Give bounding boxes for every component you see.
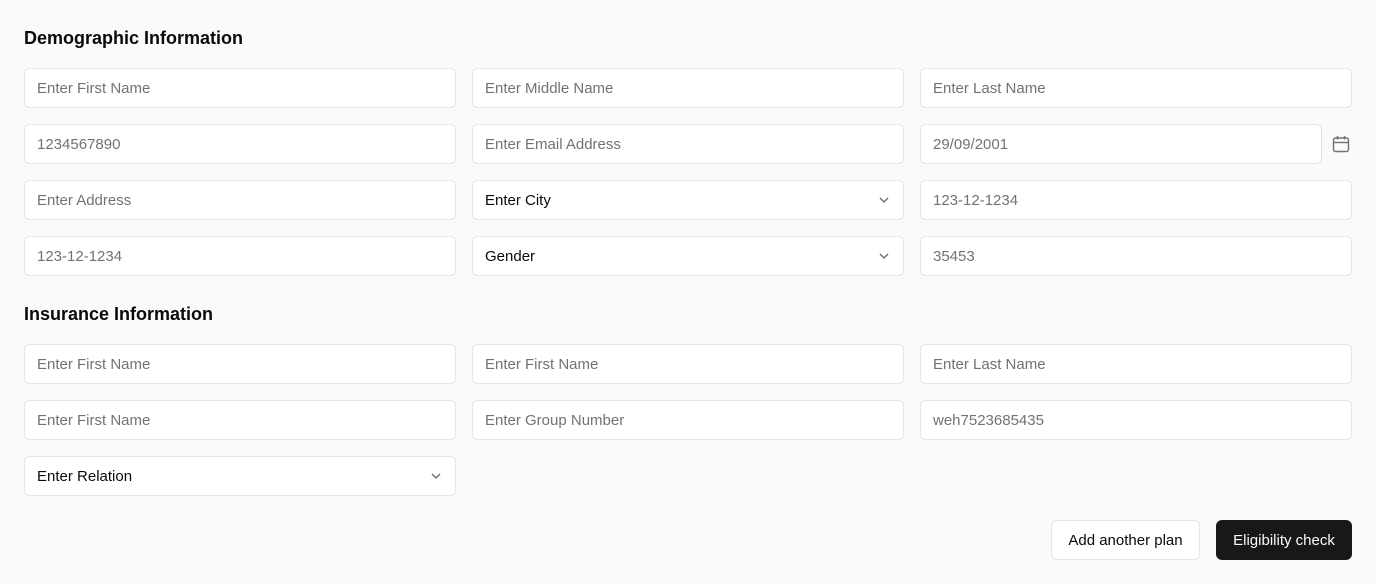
first-name-field: [24, 68, 456, 108]
member-id-field: [920, 400, 1352, 440]
gender-select[interactable]: Gender: [472, 236, 904, 276]
chevron-down-icon: [877, 249, 891, 263]
group-number-input[interactable]: [485, 411, 891, 429]
insurance-third-first-name-field: [24, 400, 456, 440]
zip-input[interactable]: [933, 247, 1339, 265]
address-input[interactable]: [37, 191, 443, 209]
insurance-second-first-name-field: [472, 344, 904, 384]
city-select-value: Enter City: [485, 191, 551, 209]
insurance-last-name-input[interactable]: [933, 355, 1339, 373]
member-id-input[interactable]: [933, 411, 1339, 429]
email-input[interactable]: [485, 135, 891, 153]
insurance-first-name-input[interactable]: [37, 355, 443, 373]
ssn-secondary-input[interactable]: [37, 247, 443, 265]
last-name-input[interactable]: [933, 79, 1339, 97]
dob-input[interactable]: [933, 135, 1309, 153]
insurance-third-first-name-input[interactable]: [37, 411, 443, 429]
ssn-field: [920, 180, 1352, 220]
insurance-section-title: Insurance Information: [24, 304, 214, 324]
zip-field: [920, 236, 1352, 276]
eligibility-check-button[interactable]: Eligibility check: [1216, 520, 1352, 560]
address-field: [24, 180, 456, 220]
last-name-field: [920, 68, 1352, 108]
city-select[interactable]: Enter City: [472, 180, 904, 220]
ssn-input[interactable]: [933, 191, 1339, 209]
insurance-second-first-name-input[interactable]: [485, 355, 891, 373]
middle-name-field: [472, 68, 904, 108]
demographic-section-title: Demographic Information: [24, 28, 244, 48]
chevron-down-icon: [877, 193, 891, 207]
add-another-plan-button[interactable]: Add another plan: [1051, 520, 1200, 560]
gender-select-value: Gender: [485, 247, 536, 265]
insurance-first-name-field: [24, 344, 456, 384]
relation-select-value: Enter Relation: [37, 467, 133, 485]
relation-select[interactable]: Enter Relation: [24, 456, 456, 496]
middle-name-input[interactable]: [485, 79, 891, 97]
email-field: [472, 124, 904, 164]
ssn-secondary-field: [24, 236, 456, 276]
calendar-icon[interactable]: [1330, 133, 1352, 155]
form-page: Demographic Information Enter City: [0, 0, 1376, 584]
chevron-down-icon: [429, 469, 443, 483]
group-number-field: [472, 400, 904, 440]
phone-field: [24, 124, 456, 164]
first-name-input[interactable]: [37, 79, 443, 97]
insurance-last-name-field: [920, 344, 1352, 384]
phone-input[interactable]: [37, 135, 443, 153]
dob-field: [920, 124, 1322, 164]
